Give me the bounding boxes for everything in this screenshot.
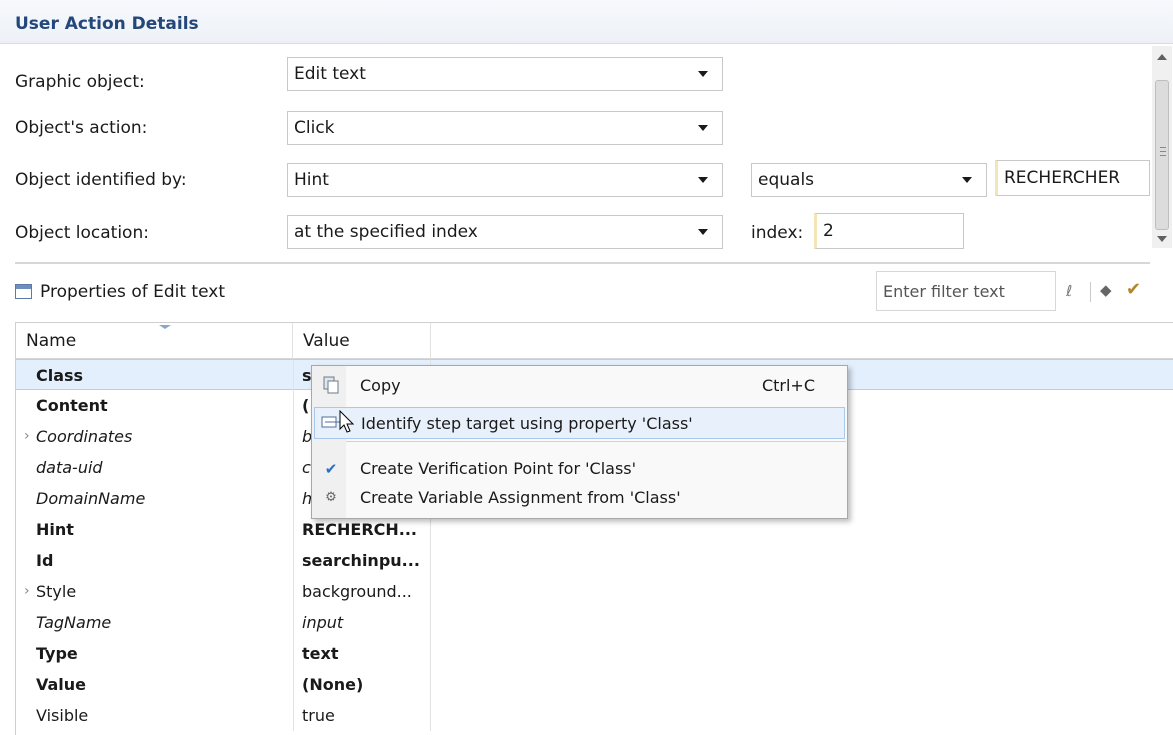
grip-line [1160, 155, 1166, 156]
property-value-cell: (None) [293, 669, 431, 700]
menu-item-label: Copy [360, 376, 401, 395]
menu-item-verification-point[interactable]: ✔ Create Verification Point for 'Class' [314, 453, 845, 485]
sort-indicator-icon [159, 325, 171, 329]
mouse-pointer-icon [339, 410, 355, 433]
menu-separator [346, 441, 846, 442]
scroll-down-icon[interactable] [1157, 236, 1167, 242]
menu-item-copy[interactable]: Copy Ctrl+C [314, 370, 845, 402]
copy-icon [320, 376, 342, 396]
property-name-cell: Content [36, 396, 108, 415]
filter-input[interactable]: Enter filter text [876, 271, 1056, 311]
operator-dropdown[interactable]: equals [751, 163, 987, 197]
chevron-down-icon [698, 229, 708, 235]
object-action-label: Object's action: [15, 118, 148, 138]
object-location-dropdown[interactable]: at the specified index [287, 215, 723, 249]
property-value-cell: true [293, 700, 431, 731]
section-title: User Action Details [15, 14, 199, 34]
variable-icon: ⚙ [325, 490, 337, 505]
chevron-down-icon [962, 177, 972, 183]
operator-value: equals [758, 170, 815, 190]
graphic-object-value: Edit text [294, 64, 366, 84]
properties-title: Properties of Edit text [40, 282, 225, 302]
property-name-cell: Style [36, 582, 77, 601]
chevron-down-icon [698, 71, 708, 77]
index-label: index: [751, 223, 804, 243]
menu-item-variable-assignment[interactable]: ⚙ Create Variable Assignment from 'Class… [314, 482, 845, 514]
graphic-object-label: Graphic object: [15, 72, 145, 92]
graphic-object-dropdown[interactable]: Edit text [287, 57, 723, 91]
table-header: Name Value [16, 323, 1173, 359]
identifier-text-field[interactable]: RECHERCHER [995, 160, 1150, 196]
property-name-cell: Visible [36, 706, 89, 725]
property-name-cell: Id [36, 551, 54, 570]
chevron-down-icon [698, 125, 708, 131]
pin-icon[interactable]: ◆ [1100, 281, 1112, 299]
object-action-value: Click [294, 118, 335, 138]
checkmark-icon: ✔ [324, 460, 338, 478]
scroll-up-icon[interactable] [1157, 54, 1167, 60]
property-name-cell: Class [36, 366, 84, 385]
property-value-cell: searchinpu... [293, 545, 431, 576]
property-name-cell: Value [36, 675, 87, 694]
scroll-thumb[interactable] [1155, 80, 1169, 230]
identified-by-dropdown[interactable]: Hint [287, 163, 723, 197]
menu-item-label: Identify step target using property 'Cla… [361, 414, 693, 433]
section-divider [15, 262, 1150, 264]
property-value-cell: input [293, 607, 431, 638]
property-name-cell: TagName [36, 613, 112, 632]
menu-item-label: Create Variable Assignment from 'Class' [360, 488, 681, 507]
property-name-cell: DomainName [36, 489, 146, 508]
table-row[interactable]: Id searchinpu... [16, 545, 1173, 576]
object-location-label: Object location: [15, 223, 149, 243]
grip-line [1160, 147, 1166, 148]
column-header-value[interactable]: Value [293, 323, 431, 359]
chevron-down-icon [698, 177, 708, 183]
table-row[interactable]: Value (None) [16, 669, 1173, 700]
property-name-cell: data-uid [36, 458, 103, 477]
properties-panel-icon [15, 284, 32, 299]
menu-item-shortcut: Ctrl+C [761, 376, 815, 395]
context-menu: Copy Ctrl+C Identify step target using p… [311, 365, 848, 519]
index-field[interactable]: 2 [814, 213, 964, 249]
menu-item-identify-target[interactable]: Identify step target using property 'Cla… [314, 407, 845, 439]
menu-item-label: Create Verification Point for 'Class' [360, 459, 637, 478]
clear-filter-icon[interactable]: ℓ [1066, 282, 1072, 300]
property-name-cell: Hint [36, 520, 74, 539]
object-location-value: at the specified index [294, 222, 478, 242]
column-header-name[interactable]: Name [16, 323, 293, 359]
toolbar-separator [1090, 282, 1091, 302]
grip-line [1160, 151, 1166, 152]
table-row[interactable]: Visible true [16, 700, 1173, 731]
table-row[interactable]: Type text [16, 638, 1173, 669]
property-value-cell: background... [293, 576, 431, 607]
property-name-cell: Coordinates [36, 427, 133, 446]
check-icon[interactable]: ✔ [1126, 279, 1141, 300]
identified-by-label: Object identified by: [15, 170, 187, 190]
vertical-scrollbar[interactable] [1152, 46, 1172, 248]
table-row[interactable]: › Style background... [16, 576, 1173, 607]
identified-by-value: Hint [294, 170, 329, 190]
table-row[interactable]: TagName input [16, 607, 1173, 638]
property-name-cell: Type [36, 644, 78, 663]
property-value-cell: text [293, 638, 431, 669]
object-action-dropdown[interactable]: Click [287, 111, 723, 145]
